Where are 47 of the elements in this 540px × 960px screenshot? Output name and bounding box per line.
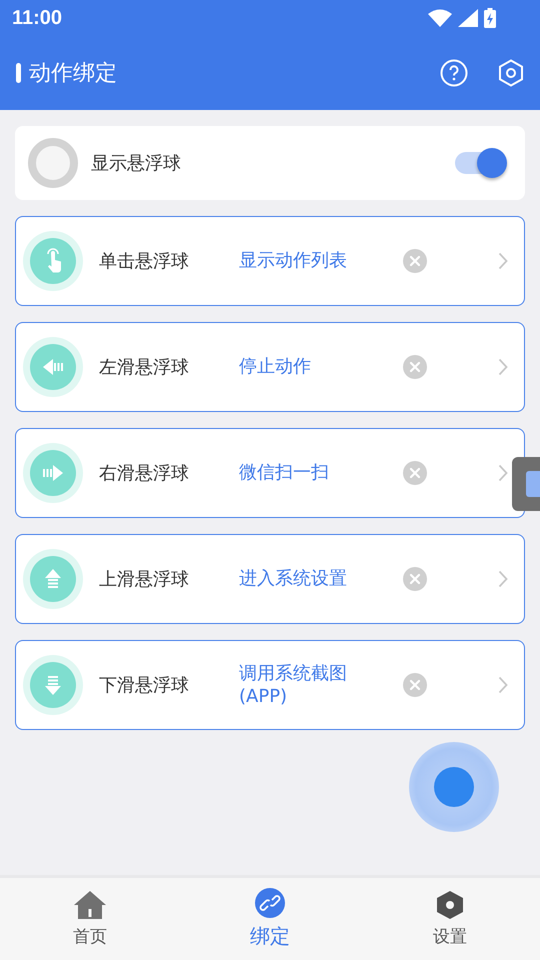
signal-icon (458, 9, 478, 27)
chevron-icon (498, 358, 508, 376)
gesture-label: 左滑悬浮球 (99, 356, 190, 379)
gesture-label: 单击悬浮球 (99, 250, 190, 273)
nav-tab[interactable]: 首页 (0, 878, 180, 960)
hexagon-icon (435, 890, 465, 920)
bound-action: 进入系统设置 (239, 567, 348, 591)
clear-icon[interactable] (403, 461, 427, 485)
gesture-icon (23, 549, 83, 609)
help-icon[interactable] (440, 59, 468, 87)
gesture-label: 下滑悬浮球 (99, 674, 190, 697)
wifi-icon (428, 9, 452, 27)
nav-tab[interactable]: 设置 (360, 878, 540, 960)
binding-row[interactable]: 右滑悬浮球 微信扫一扫 (15, 428, 525, 518)
clear-icon[interactable] (403, 567, 427, 591)
battery-icon (484, 8, 496, 28)
binding-row[interactable]: 下滑悬浮球 调用系统截图 (APP) (15, 640, 525, 730)
chevron-icon (498, 252, 508, 270)
gesture-label: 上滑悬浮球 (99, 568, 190, 591)
nav-tab[interactable]: 绑定 (180, 878, 360, 960)
link-icon (255, 888, 285, 918)
binding-row[interactable]: 左滑悬浮球 停止动作 (15, 322, 525, 412)
binding-row[interactable]: 单击悬浮球 显示动作列表 (15, 216, 525, 306)
bound-action: 微信扫一扫 (239, 461, 330, 485)
binding-row[interactable]: 上滑悬浮球 进入系统设置 (15, 534, 525, 624)
bound-action: 显示动作列表 (239, 249, 348, 273)
status-time: 11:00 (12, 6, 62, 30)
toggle-label: 显示悬浮球 (91, 152, 182, 175)
gesture-label: 右滑悬浮球 (99, 462, 190, 485)
settings-icon[interactable] (498, 59, 524, 87)
gesture-icon (23, 337, 83, 397)
side-handle[interactable] (512, 457, 540, 511)
chevron-icon (498, 676, 508, 694)
page-title: 动作绑定 (29, 60, 118, 88)
title-marker (16, 63, 21, 83)
clear-icon[interactable] (403, 673, 427, 697)
ball-icon (28, 138, 78, 188)
chevron-icon (498, 464, 508, 482)
clear-icon[interactable] (403, 249, 427, 273)
bound-action: 调用系统截图 (APP) (239, 662, 348, 708)
clear-icon[interactable] (403, 355, 427, 379)
chevron-icon (498, 570, 508, 588)
bound-action: 停止动作 (239, 355, 312, 379)
home-icon (73, 890, 107, 920)
gesture-icon (23, 655, 83, 715)
gesture-icon (23, 443, 83, 503)
gesture-icon (23, 231, 83, 291)
